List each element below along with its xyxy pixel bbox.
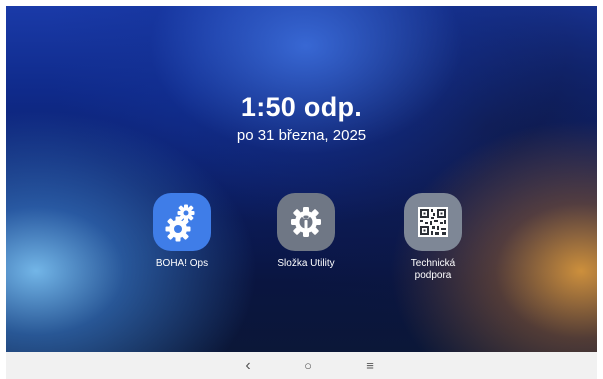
navigation-bar: ‹ ○ ≡ [6,352,597,379]
home-button[interactable]: ○ [296,357,320,375]
app-tile[interactable] [153,193,211,251]
app-boha-ops[interactable]: BOHA! Ops [132,193,232,270]
qr-code-icon [418,207,448,237]
app-label-line1: Technická [410,258,456,269]
recents-button[interactable]: ≡ [358,357,382,375]
app-label: BOHA! Ops [155,258,209,269]
app-utility-folder[interactable]: Složka Utility [256,193,356,270]
app-label: Složka Utility [277,258,335,269]
app-label-line2: podpora [414,270,452,281]
app-tech-support[interactable]: Technická podpora [383,193,483,282]
app-tile[interactable] [277,193,335,251]
back-button[interactable]: ‹ [236,357,260,375]
gears-icon [165,204,195,242]
clock-time: 1:50 odp. [240,92,363,122]
clock-date: po 31 března, 2025 [236,127,367,144]
device-frame: 1:50 odp. po 31 března, 2025 BOHA! Ops S… [0,0,603,379]
home-screen: 1:50 odp. po 31 března, 2025 BOHA! Ops S… [6,6,597,352]
gear-wrench-icon [291,207,321,237]
app-tile[interactable] [404,193,462,251]
